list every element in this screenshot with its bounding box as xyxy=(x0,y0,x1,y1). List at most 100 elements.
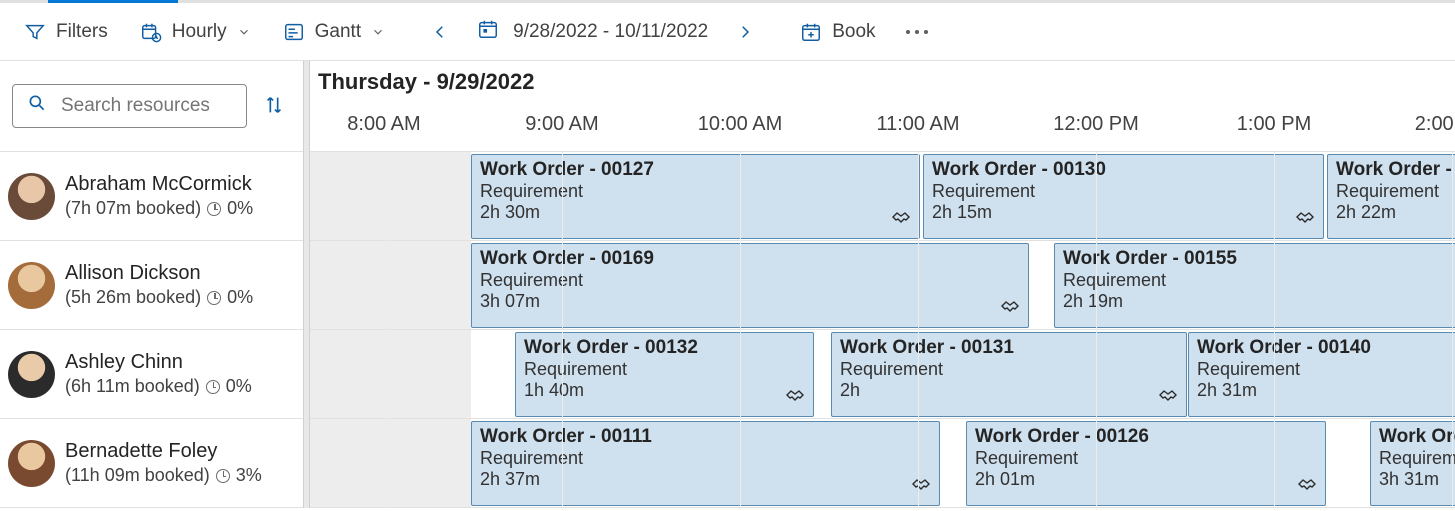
avatar xyxy=(8,262,55,309)
work-order-title: Work Order - xyxy=(1379,426,1455,448)
schedule-lane[interactable]: Work Order - 00169Requirement3h 07m Work … xyxy=(310,241,1455,330)
time-tick: 11:00 AM xyxy=(876,113,959,136)
book-label: Book xyxy=(832,21,875,43)
work-order[interactable]: Work Order - 00126Requirement2h 01m xyxy=(966,421,1326,506)
work-order[interactable]: Work Order - 00131Requirement2h xyxy=(831,332,1187,417)
search-input[interactable] xyxy=(59,94,232,118)
work-order[interactable]: Work Order - 00140Requirement2h 31m xyxy=(1188,332,1455,417)
gantt-label: Gantt xyxy=(315,21,361,43)
date-range-button[interactable]: 9/28/2022 - 10/11/2022 xyxy=(463,12,722,52)
more-button[interactable] xyxy=(894,24,940,40)
hourly-button[interactable]: Hourly xyxy=(126,15,265,49)
resource-name: Allison Dickson xyxy=(65,262,253,285)
work-order-requirement: Requirement xyxy=(480,448,931,469)
work-order[interactable]: Work Order - 00155Requirement2h 19m xyxy=(1054,243,1455,328)
work-order[interactable]: Work Order - 00130Requirement2h 15m xyxy=(923,154,1324,239)
work-order-title: Work Order - 00111 xyxy=(480,426,931,448)
date-range-label: 9/28/2022 - 10/11/2022 xyxy=(513,21,708,43)
work-order-duration: 2h 37m xyxy=(480,469,931,490)
toolbar: Filters Hourly Gantt 9/28/2022 - 10/11/2… xyxy=(0,3,1455,61)
work-order[interactable]: Work Order - 00169Requirement3h 07m xyxy=(471,243,1029,328)
resource-row[interactable]: Allison Dickson (5h 26m booked) 0% xyxy=(0,241,303,330)
work-order-requirement: Requirement xyxy=(932,181,1315,202)
book-button[interactable]: Book xyxy=(786,15,889,49)
resource-row[interactable]: Bernadette Foley (11h 09m booked) 3% xyxy=(0,419,303,508)
work-order-duration: 3h 31m xyxy=(1379,469,1455,490)
work-order[interactable]: Work Order - Requirement3h 31m xyxy=(1370,421,1455,506)
time-tick: 8:00 AM xyxy=(347,113,420,136)
schedule-panel: Thursday - 9/29/2022 8:00 AM9:00 AM10:00… xyxy=(310,61,1455,508)
chevron-down-icon xyxy=(237,25,251,39)
work-order-title: Work Order - 00130 xyxy=(932,159,1315,181)
clock-icon xyxy=(206,380,220,394)
search-input-wrapper[interactable] xyxy=(12,84,247,128)
day-label: Thursday - 9/29/2022 xyxy=(318,69,534,95)
work-order-requirement: Requirement xyxy=(1063,270,1455,291)
work-order-requirement: Requirement xyxy=(524,359,805,380)
work-order[interactable]: Work Order - 00111Requirement2h 37m xyxy=(471,421,940,506)
work-order-duration: 2h 19m xyxy=(1063,291,1455,312)
work-order-requirement: Requirement xyxy=(1197,359,1455,380)
resource-row[interactable]: Ashley Chinn (6h 11m booked) 0% xyxy=(0,330,303,419)
next-range-button[interactable] xyxy=(726,17,764,47)
work-order-requirement: Requirement xyxy=(1379,448,1455,469)
non-working-block xyxy=(310,152,471,240)
non-working-block xyxy=(310,419,471,507)
splitter[interactable] xyxy=(303,61,310,508)
clock-icon xyxy=(207,291,221,305)
work-order-title: Work Order - xyxy=(1336,159,1455,181)
work-order-duration: 2h 01m xyxy=(975,469,1317,490)
sort-button[interactable] xyxy=(257,88,291,125)
non-working-block xyxy=(310,241,471,329)
non-working-block xyxy=(310,330,471,418)
gantt-button[interactable]: Gantt xyxy=(269,15,399,49)
work-order[interactable]: Work Order - Requirement2h 22m xyxy=(1327,154,1455,239)
hourly-label: Hourly xyxy=(172,21,227,43)
work-order-requirement: Requirement xyxy=(1336,181,1455,202)
work-order-duration: 2h 15m xyxy=(932,202,1315,223)
work-order-duration: 2h 31m xyxy=(1197,380,1455,401)
resource-name: Ashley Chinn xyxy=(65,351,252,374)
work-order-duration: 3h 07m xyxy=(480,291,1020,312)
calendar-icon xyxy=(477,18,499,46)
resource-name: Abraham McCormick xyxy=(65,173,253,196)
work-order-requirement: Requirement xyxy=(480,270,1020,291)
resource-subtext: (5h 26m booked) 0% xyxy=(65,287,253,308)
resource-row[interactable]: Abraham McCormick (7h 07m booked) 0% xyxy=(0,152,303,241)
prev-range-button[interactable] xyxy=(421,17,459,47)
handshake-icon xyxy=(1156,383,1180,410)
resource-list-panel: Abraham McCormick (7h 07m booked) 0% All… xyxy=(0,61,303,508)
chevron-down-icon xyxy=(371,25,385,39)
gantt-icon xyxy=(283,21,305,43)
resource-subtext: (6h 11m booked) 0% xyxy=(65,376,252,397)
filters-button[interactable]: Filters xyxy=(10,15,122,49)
work-order-requirement: Requirement xyxy=(840,359,1178,380)
schedule-lane[interactable]: Work Order - 00132Requirement1h 40mWork … xyxy=(310,330,1455,419)
calendar-plus-icon xyxy=(800,21,822,43)
avatar xyxy=(8,440,55,487)
resource-name: Bernadette Foley xyxy=(65,440,262,463)
handshake-icon xyxy=(783,383,807,410)
work-order-title: Work Order - 00131 xyxy=(840,337,1178,359)
work-order-title: Work Order - 00132 xyxy=(524,337,805,359)
time-tick: 2:00 PM xyxy=(1415,113,1455,136)
time-tick: 1:00 PM xyxy=(1237,113,1311,136)
handshake-icon xyxy=(889,205,913,232)
search-icon xyxy=(27,93,47,119)
schedule-lane[interactable]: Work Order - 00111Requirement2h 37mWork … xyxy=(310,419,1455,508)
work-order[interactable]: Work Order - 00127Requirement2h 30m xyxy=(471,154,920,239)
calendar-clock-icon xyxy=(140,21,162,43)
schedule-lane[interactable]: Work Order - 00127Requirement2h 30mWork … xyxy=(310,152,1455,241)
work-order[interactable]: Work Order - 00132Requirement1h 40m xyxy=(515,332,814,417)
handshake-icon xyxy=(998,294,1022,321)
work-order-duration: 2h 22m xyxy=(1336,202,1455,223)
handshake-icon xyxy=(909,472,933,499)
work-order-requirement: Requirement xyxy=(975,448,1317,469)
work-order-title: Work Order - 00140 xyxy=(1197,337,1455,359)
handshake-icon xyxy=(1293,205,1317,232)
work-order-duration: 2h 30m xyxy=(480,202,911,223)
work-order-title: Work Order - 00155 xyxy=(1063,248,1455,270)
avatar xyxy=(8,351,55,398)
time-axis: 8:00 AM9:00 AM10:00 AM11:00 AM12:00 PM1:… xyxy=(310,113,1455,143)
filter-icon xyxy=(24,21,46,43)
